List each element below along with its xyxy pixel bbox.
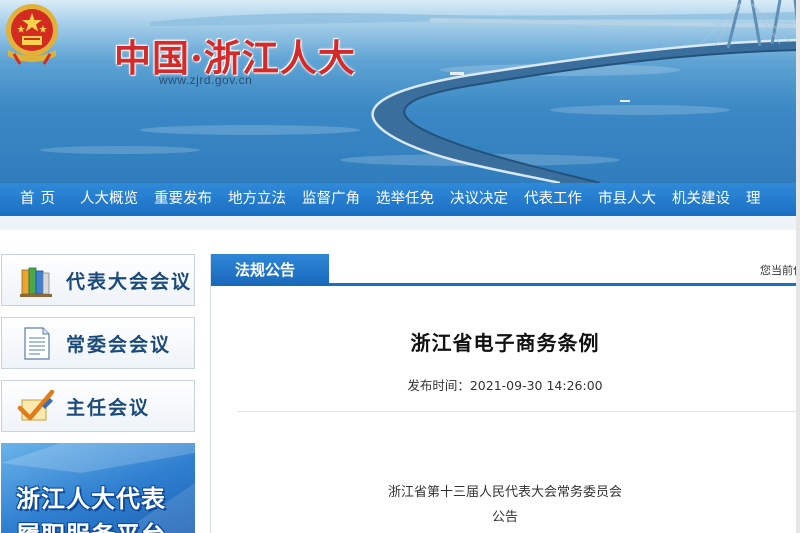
article-body-line: 公告 (491, 510, 518, 525)
nav-item-local-congress[interactable]: 市县人大 (590, 183, 664, 216)
nav-item-elections[interactable]: 选举任免 (368, 183, 442, 216)
scrollbar[interactable] (796, 0, 800, 533)
article-title: 浙江省电子商务条例 (410, 331, 600, 355)
checkmark-pen-icon (17, 389, 55, 421)
header-banner: 中国·浙江人大 www.zjrd.gov.cn (0, 0, 800, 183)
nav-item-legislation[interactable]: 地方立法 (220, 183, 294, 216)
nav-item-resolutions[interactable]: 决议决定 (442, 183, 516, 216)
nav-item-more[interactable]: 理 (738, 183, 769, 216)
publish-time: 发布时间：2021-09-30 14:26:00 (407, 378, 603, 393)
nav-item-deputies[interactable]: 代表工作 (516, 183, 590, 216)
nav-item-releases[interactable]: 重要发布 (146, 183, 220, 216)
section-tab-bar: 法规公告 您当前位 (211, 254, 800, 286)
article-body-line: 浙江省第十三届人民代表大会常务委员会 (387, 485, 622, 500)
national-emblem-icon (6, 4, 58, 65)
tab-regulation-announcements[interactable]: 法规公告 (211, 254, 329, 286)
nav-item-supervision[interactable]: 监督广角 (294, 183, 368, 216)
content-panel: 法规公告 您当前位 浙江省电子商务条例 发布时间：2021-09-30 14:2… (210, 254, 800, 533)
books-icon (20, 267, 52, 297)
nav-item-overview[interactable]: 人大概览 (72, 183, 146, 216)
nav-item-home[interactable]: 首页 (12, 183, 72, 216)
nav-item-organization[interactable]: 机关建设 (664, 183, 738, 216)
divider (237, 411, 800, 412)
main-nav: 首页 人大概览 重要发布 地方立法 监督广角 选举任免 决议决定 代表工作 市县… (0, 183, 800, 216)
breadcrumb: 您当前位 (760, 264, 800, 277)
sidebar-item-congress-meeting[interactable]: 代表大会会议 (1, 254, 195, 306)
site-url: www.zjrd.gov.cn (159, 73, 253, 87)
sidebar-item-label: 主任会议 (66, 396, 151, 419)
sidebar-item-label: 代表大会会议 (66, 270, 193, 293)
document-icon (24, 327, 50, 360)
subnav-strip (0, 216, 800, 230)
